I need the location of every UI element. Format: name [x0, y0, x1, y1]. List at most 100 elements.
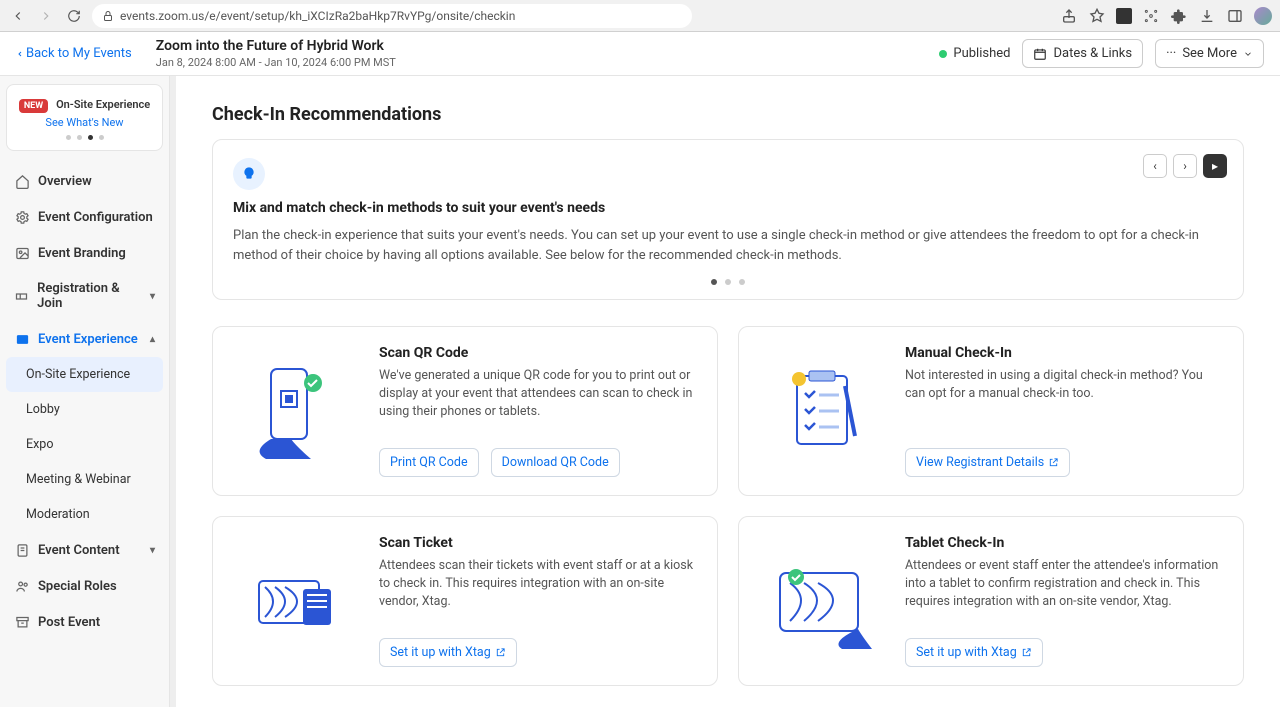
event-date-range: Jan 8, 2024 8:00 AM - Jan 10, 2024 6:00 …: [156, 56, 396, 69]
back-to-events-link[interactable]: Back to My Events: [16, 46, 132, 61]
sidebar-sub-moderation[interactable]: Moderation: [6, 497, 163, 532]
main-content: Check-In Recommendations Mix and match c…: [170, 76, 1280, 707]
calendar-list-icon: [14, 331, 30, 347]
status-dot-icon: [939, 50, 947, 58]
sidebar-label: Event Branding: [38, 246, 126, 261]
card-title: Scan QR Code: [379, 345, 699, 361]
extensions-puzzle-icon[interactable]: [1170, 7, 1188, 25]
people-icon: [14, 578, 30, 594]
dates-links-label: Dates & Links: [1053, 46, 1132, 61]
card-desc: Attendees or event staff enter the atten…: [905, 557, 1225, 611]
carousel-dots: [233, 279, 1223, 285]
new-badge: NEW: [19, 99, 48, 113]
browser-reload-button[interactable]: [64, 6, 84, 26]
gear-icon: [14, 209, 30, 225]
card-desc: Attendees scan their tickets with event …: [379, 557, 699, 611]
ticket-icon: [14, 288, 29, 304]
sidebar-label: Lobby: [26, 402, 60, 417]
sidebar-item-overview[interactable]: Overview: [6, 163, 163, 199]
card-manual-checkin: Manual Check-In Not interested in using …: [738, 326, 1244, 496]
sidebar-item-roles[interactable]: Special Roles: [6, 568, 163, 604]
tablet-illustration: [757, 535, 887, 667]
sidebar-item-post[interactable]: Post Event: [6, 604, 163, 640]
sidebar-item-content[interactable]: Event Content ▾: [6, 532, 163, 568]
sidebar-item-registration[interactable]: Registration & Join ▾: [6, 271, 163, 321]
chevron-left-icon: [16, 49, 24, 59]
card-tablet-checkin: Tablet Check-In Attendees or event staff…: [738, 516, 1244, 686]
sidebar-label: On-Site Experience: [26, 367, 130, 382]
sidebar-sub-onsite[interactable]: On-Site Experience: [6, 357, 163, 392]
external-link-icon: [1048, 457, 1059, 468]
reco-title: Mix and match check-in methods to suit y…: [233, 200, 1223, 216]
sidebar-item-config[interactable]: Event Configuration: [6, 199, 163, 235]
see-more-label: See More: [1182, 46, 1237, 61]
setup-xtag-tablet-button[interactable]: Set it up with Xtag: [905, 638, 1043, 667]
browser-back-button[interactable]: [8, 6, 28, 26]
see-more-button[interactable]: ··· See More: [1155, 39, 1264, 68]
see-whats-new-link[interactable]: See What's New: [15, 116, 154, 129]
share-icon[interactable]: [1060, 7, 1078, 25]
chevron-down-icon: ▾: [150, 291, 155, 302]
home-icon: [14, 173, 30, 189]
bookmark-star-icon[interactable]: [1088, 7, 1106, 25]
onsite-promo-card: NEW On-Site Experience See What's New: [6, 84, 163, 151]
button-label: View Registrant Details: [916, 455, 1044, 470]
sidebar-sub-lobby[interactable]: Lobby: [6, 392, 163, 427]
button-label: Set it up with Xtag: [916, 645, 1017, 660]
print-qr-button[interactable]: Print QR Code: [379, 448, 479, 477]
card-title: Tablet Check-In: [905, 535, 1225, 551]
sidebar-label: Event Experience: [38, 332, 138, 347]
setup-xtag-ticket-button[interactable]: Set it up with Xtag: [379, 638, 517, 667]
carousel-play-button[interactable]: ▸: [1203, 154, 1227, 178]
browser-chrome: events.zoom.us/e/event/setup/kh_iXCIzRa2…: [0, 0, 1280, 32]
carousel-next-button[interactable]: ›: [1173, 154, 1197, 178]
page-title: Check-In Recommendations: [212, 104, 1244, 125]
back-link-label: Back to My Events: [26, 46, 132, 61]
extension-icon-2[interactable]: [1142, 7, 1160, 25]
card-scan-qr: Scan QR Code We've generated a unique QR…: [212, 326, 718, 496]
lock-icon: [102, 10, 114, 22]
url-bar[interactable]: events.zoom.us/e/event/setup/kh_iXCIzRa2…: [92, 4, 692, 28]
dates-links-button[interactable]: Dates & Links: [1022, 39, 1143, 68]
checkin-methods-grid: Scan QR Code We've generated a unique QR…: [212, 326, 1244, 686]
external-link-icon: [1021, 647, 1032, 658]
archive-icon: [14, 614, 30, 630]
sidebar-label: Post Event: [38, 615, 100, 630]
download-icon[interactable]: [1198, 7, 1216, 25]
reco-description: Plan the check-in experience that suits …: [233, 226, 1223, 265]
browser-forward-button[interactable]: [36, 6, 56, 26]
sidebar-label: Event Content: [38, 543, 120, 558]
image-icon: [14, 245, 30, 261]
recommendations-carousel: Mix and match check-in methods to suit y…: [212, 139, 1244, 300]
side-panel-icon[interactable]: [1226, 7, 1244, 25]
event-title: Zoom into the Future of Hybrid Work: [156, 38, 396, 54]
publish-status: Published: [939, 46, 1010, 61]
sidebar-label: Meeting & Webinar: [26, 472, 131, 487]
profile-avatar-icon[interactable]: [1254, 7, 1272, 25]
card-title: Manual Check-In: [905, 345, 1225, 361]
calendar-icon: [1033, 47, 1047, 61]
promo-title: On-Site Experience: [56, 98, 150, 111]
button-label: Download QR Code: [502, 455, 609, 470]
download-qr-button[interactable]: Download QR Code: [491, 448, 620, 477]
ticket-illustration: [231, 535, 361, 667]
sidebar-label: Event Configuration: [38, 210, 153, 225]
sidebar-item-branding[interactable]: Event Branding: [6, 235, 163, 271]
url-text: events.zoom.us/e/event/setup/kh_iXCIzRa2…: [120, 9, 515, 23]
sidebar-label: Registration & Join: [37, 281, 142, 311]
external-link-icon: [495, 647, 506, 658]
card-scan-ticket: Scan Ticket Attendees scan their tickets…: [212, 516, 718, 686]
carousel-prev-button[interactable]: ‹: [1143, 154, 1167, 178]
sidebar-label: Expo: [26, 437, 53, 452]
sidebar: NEW On-Site Experience See What's New Ov…: [0, 76, 170, 707]
view-registrant-details-button[interactable]: View Registrant Details: [905, 448, 1070, 477]
sidebar-sub-expo[interactable]: Expo: [6, 427, 163, 462]
ellipsis-icon: ···: [1166, 46, 1176, 61]
card-desc: Not interested in using a digital check-…: [905, 367, 1225, 403]
sidebar-sub-meeting[interactable]: Meeting & Webinar: [6, 462, 163, 497]
promo-pagination-dots: [15, 135, 154, 140]
qr-illustration: [231, 345, 361, 477]
extension-icon[interactable]: [1116, 8, 1132, 24]
browser-toolbar-right: [1060, 7, 1272, 25]
sidebar-item-experience[interactable]: Event Experience ▴: [6, 321, 163, 357]
